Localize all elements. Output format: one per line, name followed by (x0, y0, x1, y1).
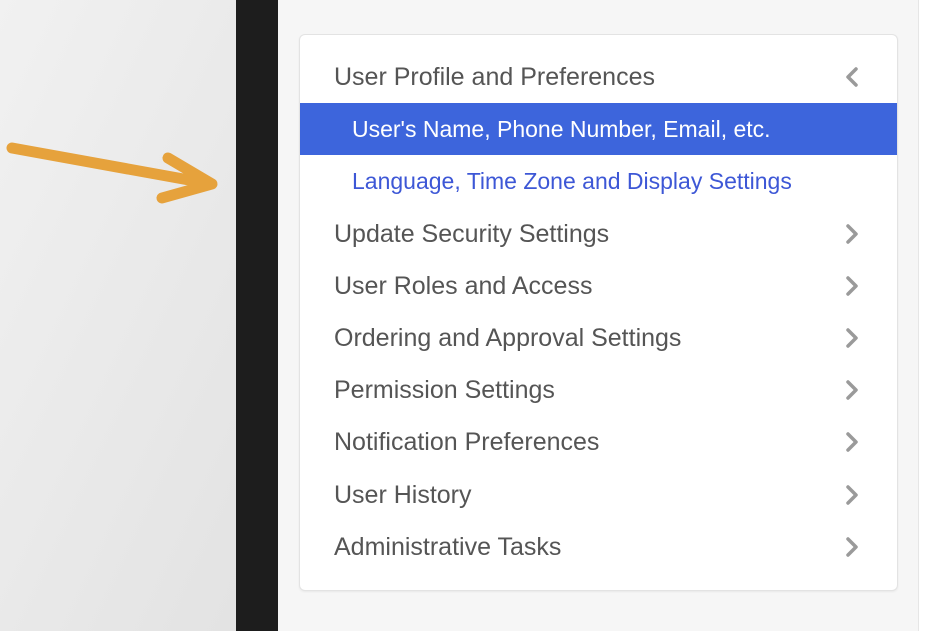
chevron-right-icon (840, 521, 864, 573)
menu-item-ordering-approval[interactable]: Ordering and Approval Settings (300, 312, 897, 364)
sidebar-dark-bar (236, 0, 278, 631)
menu-item-label: User History (334, 480, 472, 509)
menu-item-label: Permission Settings (334, 376, 555, 405)
menu-item-label: Ordering and Approval Settings (334, 323, 682, 352)
submenu-item-label: Language, Time Zone and Display Settings (352, 168, 792, 195)
menu-item-user-roles[interactable]: User Roles and Access (300, 260, 897, 312)
chevron-right-icon (840, 469, 864, 521)
chevron-right-icon (840, 416, 864, 468)
right-edge-panel (918, 0, 940, 631)
menu-item-administrative-tasks[interactable]: Administrative Tasks (300, 521, 897, 573)
submenu-user-profile: User's Name, Phone Number, Email, etc. L… (300, 103, 897, 207)
submenu-item-language-settings[interactable]: Language, Time Zone and Display Settings (300, 155, 897, 207)
menu-item-user-profile[interactable]: User Profile and Preferences (300, 51, 897, 103)
menu-item-label: User Profile and Preferences (334, 63, 655, 91)
menu-item-security-settings[interactable]: Update Security Settings (300, 208, 897, 260)
menu-item-notification-preferences[interactable]: Notification Preferences (300, 416, 897, 468)
chevron-right-icon (840, 364, 864, 416)
chevron-left-icon (840, 51, 864, 103)
menu-item-label: Notification Preferences (334, 428, 600, 457)
menu-item-permission-settings[interactable]: Permission Settings (300, 364, 897, 416)
chevron-right-icon (840, 260, 864, 312)
menu-item-label: User Roles and Access (334, 271, 593, 300)
settings-panel: User Profile and Preferences User's Name… (299, 34, 898, 591)
submenu-item-label: User's Name, Phone Number, Email, etc. (352, 116, 771, 143)
submenu-item-contact-info[interactable]: User's Name, Phone Number, Email, etc. (300, 103, 897, 156)
menu-item-label: Administrative Tasks (334, 532, 562, 561)
menu-item-user-history[interactable]: User History (300, 469, 897, 521)
chevron-right-icon (840, 208, 864, 260)
chevron-right-icon (840, 312, 864, 364)
settings-menu: User Profile and Preferences User's Name… (300, 51, 897, 573)
annotation-arrow (6, 142, 218, 204)
menu-item-label: Update Security Settings (334, 219, 610, 248)
